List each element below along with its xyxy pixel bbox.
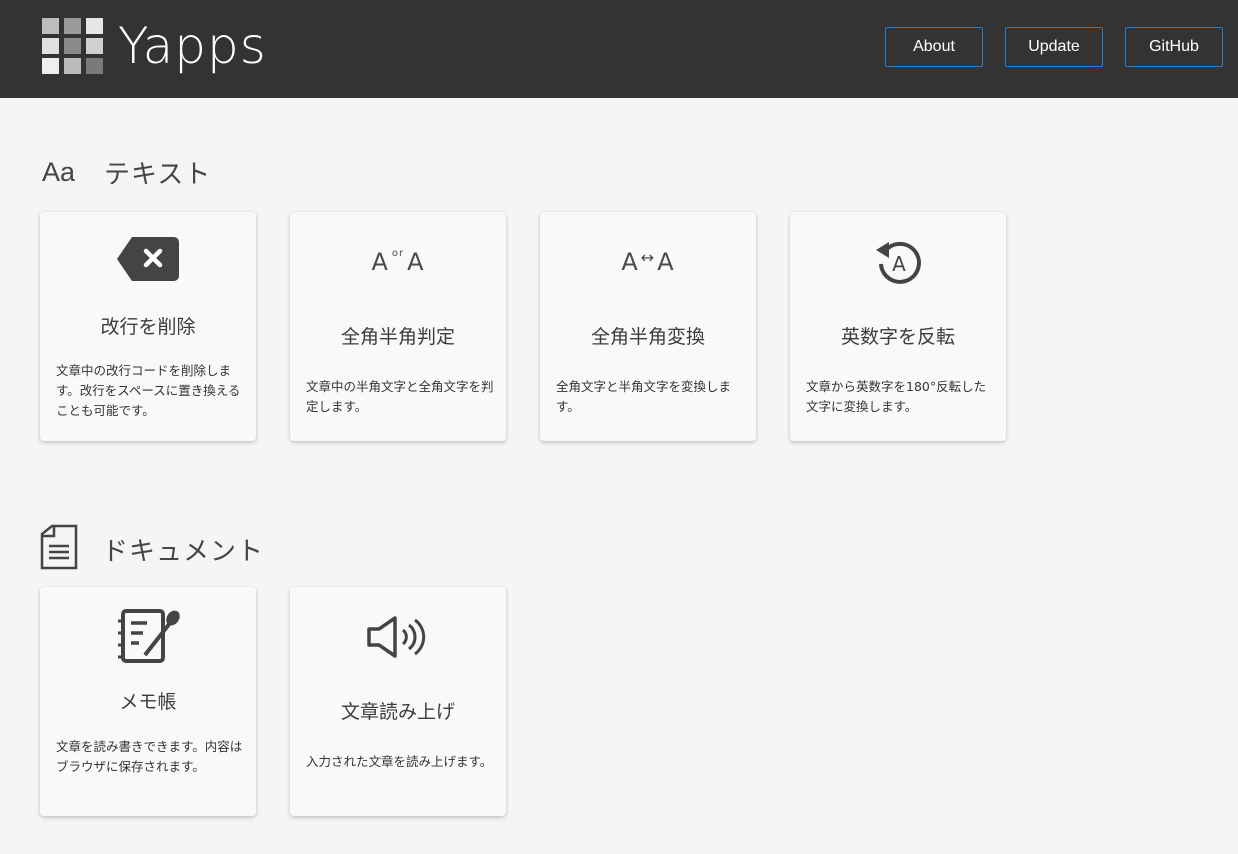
update-button[interactable]: Update xyxy=(1005,27,1103,67)
a-or-a-icon: Aor A xyxy=(371,248,425,276)
card-notepad[interactable]: メモ帳 文章を読み書きできます。内容はブラウザに保存されます。 xyxy=(40,587,256,816)
backspace-icon xyxy=(40,235,256,283)
top-bar: Yapps About Update GitHub xyxy=(0,0,1238,98)
card-description: 入力された文章を読み上げます。 xyxy=(306,754,493,769)
logo-square xyxy=(64,38,81,54)
card-description: 文章中の改行コードを削除します。改行をスペースに置き換えることも可能です。 xyxy=(56,363,241,418)
card-description: 文章を読み書きできます。内容はブラウザに保存されます。 xyxy=(56,739,243,774)
card-title: メモ帳 xyxy=(119,691,177,713)
document-icon xyxy=(40,524,102,574)
card-description: 全角文字と半角文字を変換します。 xyxy=(556,379,732,414)
a-swap-a-icon: A ↔ A xyxy=(621,248,675,276)
card-description: 文章から英数字を180°反転した文字に変換します。 xyxy=(806,379,987,414)
card-title: 改行を削除 xyxy=(100,316,196,338)
section-header-document: ドキュメント xyxy=(40,524,265,574)
card-text-to-speech[interactable]: 文章読み上げ 入力された文章を読み上げます。 xyxy=(290,587,506,816)
github-button[interactable]: GitHub xyxy=(1125,27,1223,67)
logo-square xyxy=(64,58,81,74)
logo-square xyxy=(42,38,59,54)
card-remove-linebreaks[interactable]: 改行を削除 文章中の改行コードを削除します。改行をスペースに置き換えることも可能… xyxy=(40,212,256,441)
section-header-text: Aa テキスト xyxy=(42,152,211,192)
logo-square xyxy=(86,18,103,34)
card-title: 英数字を反転 xyxy=(840,326,955,348)
card-description: 文章中の半角文字と全角文字を判定します。 xyxy=(306,379,494,414)
about-button[interactable]: About xyxy=(885,27,983,67)
logo-square xyxy=(86,58,103,74)
svg-text:A: A xyxy=(892,252,906,276)
card-title: 全角半角判定 xyxy=(340,326,455,348)
card-flip-alphanumeric[interactable]: A 英数字を反転 文章から英数字を180°反転した文字に変換します。 xyxy=(790,212,1006,441)
card-fullwidth-halfwidth-convert[interactable]: A ↔ A 全角半角変換 全角文字と半角文字を変換します。 xyxy=(540,212,756,441)
logo-grid-icon[interactable] xyxy=(42,18,104,76)
section-title-document: ドキュメント xyxy=(102,536,265,567)
rotate-a-icon: A xyxy=(790,238,1006,288)
logo-square xyxy=(64,18,81,34)
speaker-icon xyxy=(290,615,506,659)
text-aa-icon: Aa xyxy=(42,156,76,187)
section-title-text: テキスト xyxy=(104,159,212,190)
notepad-icon xyxy=(40,605,256,665)
logo-square xyxy=(42,18,59,34)
card-title: 文章読み上げ xyxy=(340,701,455,723)
logo-square xyxy=(86,38,103,54)
card-fullwidth-halfwidth-check[interactable]: Aor A 全角半角判定 文章中の半角文字と全角文字を判定します。 xyxy=(290,212,506,441)
logo-square xyxy=(42,58,59,74)
logo-text[interactable]: Yapps xyxy=(118,14,267,78)
card-title: 全角半角変換 xyxy=(590,326,705,348)
